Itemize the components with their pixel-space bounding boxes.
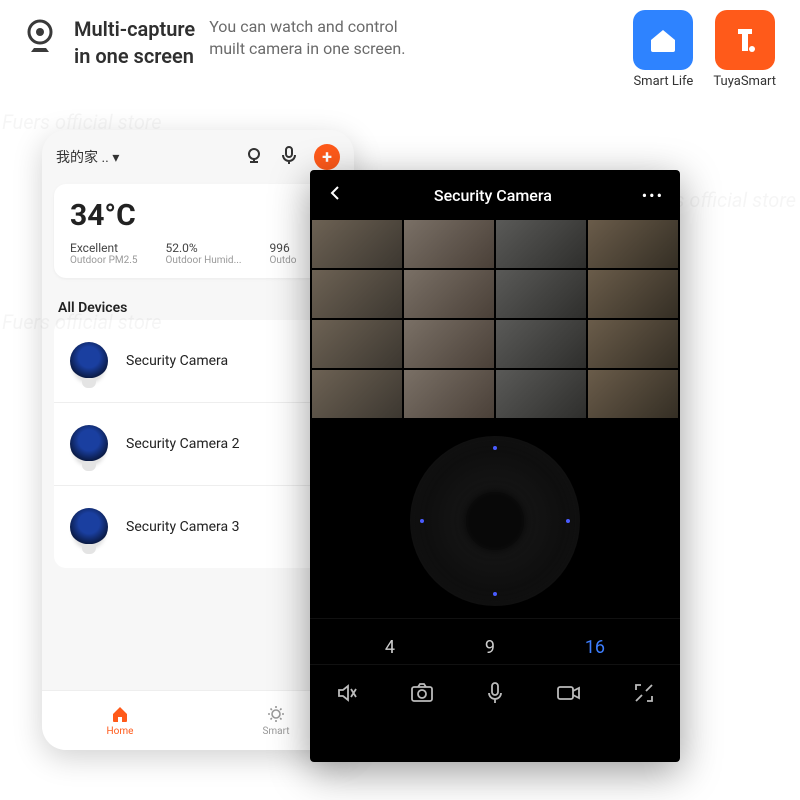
- home-dropdown[interactable]: 我的家 .. ▾: [56, 147, 119, 167]
- ptz-dpad[interactable]: [410, 436, 580, 606]
- add-button[interactable]: +: [314, 144, 340, 170]
- grid-size-9[interactable]: 9: [485, 637, 495, 658]
- dpad-down-icon[interactable]: [493, 592, 497, 596]
- dpad-up-icon[interactable]: [493, 446, 497, 450]
- dpad-center[interactable]: [466, 492, 524, 550]
- metric-pressure: 996Outdo: [269, 241, 296, 266]
- camera-icon: [70, 342, 108, 380]
- brand-smartlife: Smart Life: [633, 10, 693, 89]
- metric-pm25: ExcellentOutdoor PM2.5: [70, 241, 138, 266]
- record-icon[interactable]: [555, 682, 583, 708]
- banner-title: Multi-capture in one screen: [74, 16, 195, 70]
- brand-tuya: TuyaSmart: [713, 10, 776, 89]
- tuya-icon: [715, 10, 775, 70]
- camera-app-screen: Security Camera ••• 4 9 16: [310, 170, 680, 762]
- home-app-screen: 我的家 .. ▾ + 34°C ExcellentOutdoor PM2.5 5…: [42, 130, 354, 750]
- weather-card[interactable]: 34°C ExcellentOutdoor PM2.5 52.0%Outdoor…: [54, 184, 342, 278]
- banner-subtitle: You can watch and control muilt camera i…: [209, 16, 405, 59]
- section-all-devices[interactable]: All Devices: [42, 286, 354, 320]
- dpad-right-icon[interactable]: [566, 519, 570, 523]
- mic-icon[interactable]: [280, 145, 298, 169]
- scan-icon[interactable]: [244, 145, 264, 169]
- back-button[interactable]: [326, 184, 344, 206]
- grid-size-16[interactable]: 16: [585, 637, 605, 658]
- smartlife-icon: [633, 10, 693, 70]
- camera-grid[interactable]: [310, 220, 680, 418]
- grid-size-4[interactable]: 4: [385, 637, 395, 658]
- camera-title: Security Camera: [434, 186, 552, 205]
- device-row[interactable]: Security Camera: [54, 320, 342, 403]
- snapshot-icon[interactable]: [409, 681, 435, 709]
- device-row[interactable]: Security Camera 3: [54, 486, 342, 568]
- mute-icon[interactable]: [335, 681, 359, 709]
- camera-icon: [70, 508, 108, 546]
- device-row[interactable]: Security Camera 2: [54, 403, 342, 486]
- temperature: 34°C: [70, 198, 326, 233]
- nav-home[interactable]: Home: [42, 691, 198, 750]
- more-button[interactable]: •••: [642, 186, 664, 205]
- fullscreen-icon[interactable]: [633, 682, 655, 708]
- talk-icon[interactable]: [485, 681, 505, 709]
- camera-lens-icon: [20, 16, 60, 56]
- dpad-left-icon[interactable]: [420, 519, 424, 523]
- camera-icon: [70, 425, 108, 463]
- metric-humidity: 52.0%Outdoor Humid...: [166, 241, 242, 266]
